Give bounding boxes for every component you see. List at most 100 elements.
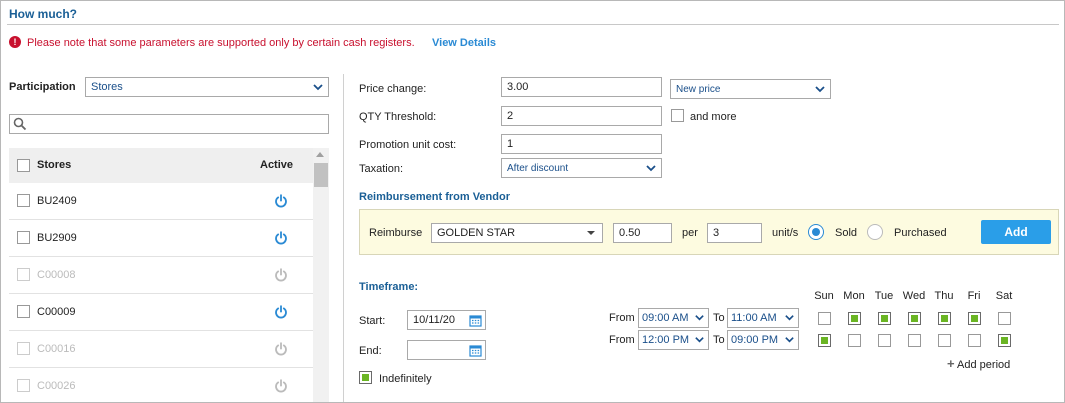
- chevron-down-icon: [815, 86, 825, 93]
- qty-threshold-input[interactable]: 2: [501, 106, 662, 126]
- to-time-select[interactable]: 09:00 PM: [727, 330, 799, 350]
- calendar-icon: [469, 315, 482, 327]
- power-icon[interactable]: [274, 231, 288, 245]
- day-checkbox[interactable]: [878, 312, 891, 325]
- scrollbar-thumb[interactable]: [314, 163, 328, 187]
- reimbursement-units-input[interactable]: 3: [707, 223, 762, 243]
- vendor-value: GOLDEN STAR: [437, 227, 516, 239]
- select-all-checkbox[interactable]: [17, 159, 30, 172]
- per-label: per: [682, 227, 698, 239]
- add-period-link[interactable]: + Add period: [947, 356, 1010, 371]
- sold-radio[interactable]: [808, 224, 824, 240]
- store-row-checkbox[interactable]: [17, 342, 30, 355]
- start-calendar-button[interactable]: [466, 310, 486, 330]
- store-list-header: Stores Active: [9, 148, 313, 183]
- vendor-select[interactable]: GOLDEN STAR: [431, 223, 603, 243]
- from-time-select[interactable]: 09:00 AM: [638, 308, 709, 328]
- participation-value: Stores: [91, 81, 123, 93]
- store-row-checkbox[interactable]: [17, 231, 30, 244]
- search-icon: [13, 117, 27, 131]
- warning-icon: !: [9, 36, 21, 48]
- day-checkbox[interactable]: [968, 334, 981, 347]
- day-checkbox[interactable]: [848, 312, 861, 325]
- column-divider: [343, 74, 344, 402]
- to-time-value: 11:00 AM: [731, 312, 777, 324]
- store-row[interactable]: BU2909: [9, 220, 313, 257]
- end-calendar-button[interactable]: [466, 340, 486, 360]
- chevron-down-icon: [784, 312, 795, 326]
- unit-cost-input[interactable]: 1: [501, 134, 662, 154]
- day-checkbox[interactable]: [818, 334, 831, 347]
- store-row[interactable]: C00009: [9, 294, 313, 331]
- power-icon[interactable]: [274, 305, 288, 319]
- store-row[interactable]: C00026: [9, 368, 313, 402]
- purchased-radio[interactable]: [867, 224, 883, 240]
- store-row[interactable]: C00008: [9, 257, 313, 294]
- reimbursement-amount-input[interactable]: 0.50: [613, 223, 672, 243]
- day-checkbox[interactable]: [818, 312, 831, 325]
- day-checkbox[interactable]: [998, 334, 1011, 347]
- and-more-label: and more: [690, 111, 737, 123]
- indefinitely-label: Indefinitely: [379, 373, 432, 385]
- store-row-label: BU2909: [37, 232, 77, 244]
- calendar-icon: [469, 345, 482, 357]
- promotion-panel: How much? ! Please note that some parame…: [0, 0, 1065, 403]
- chevron-down-icon: [784, 334, 795, 348]
- reimbursement-title: Reimbursement from Vendor: [359, 191, 510, 203]
- scroll-up-icon[interactable]: [316, 152, 324, 157]
- chevron-down-icon: [694, 334, 705, 348]
- day-checkbox[interactable]: [998, 312, 1011, 325]
- participation-select[interactable]: Stores: [85, 77, 329, 97]
- day-header: Sun: [814, 290, 834, 302]
- add-period-label: Add period: [957, 359, 1011, 371]
- from-label: From: [609, 312, 635, 324]
- start-date-input[interactable]: 10/11/20: [407, 310, 467, 330]
- day-header: Thu: [934, 290, 954, 302]
- day-header: Wed: [902, 290, 926, 302]
- from-time-select[interactable]: 12:00 PM: [638, 330, 709, 350]
- day-header: Sat: [995, 290, 1013, 302]
- day-header: Mon: [843, 290, 865, 302]
- store-search-input[interactable]: [9, 114, 329, 134]
- from-time-value: 09:00 AM: [642, 312, 689, 324]
- day-checkbox[interactable]: [938, 334, 951, 347]
- day-checkbox[interactable]: [908, 334, 921, 347]
- store-row-label: C00016: [37, 343, 76, 355]
- day-checkbox[interactable]: [938, 312, 951, 325]
- day-checkbox[interactable]: [908, 312, 921, 325]
- indefinitely-checkbox[interactable]: [359, 371, 372, 384]
- store-row-checkbox[interactable]: [17, 379, 30, 392]
- power-icon[interactable]: [274, 194, 288, 208]
- section-title: How much?: [9, 7, 77, 21]
- price-type-value: New price: [676, 84, 721, 95]
- active-column-header: Active: [260, 159, 294, 171]
- price-type-select[interactable]: New price: [670, 79, 831, 99]
- store-row-checkbox[interactable]: [17, 194, 30, 207]
- to-time-select[interactable]: 11:00 AM: [727, 308, 799, 328]
- price-change-input[interactable]: 3.00: [501, 77, 662, 97]
- add-reimbursement-button[interactable]: Add: [981, 220, 1051, 244]
- unit-cost-label: Promotion unit cost:: [359, 139, 457, 151]
- day-checkbox[interactable]: [878, 334, 891, 347]
- taxation-select[interactable]: After discount: [501, 158, 662, 178]
- from-label: From: [609, 334, 635, 346]
- day-checkbox[interactable]: [968, 312, 981, 325]
- end-date-input[interactable]: [407, 340, 467, 360]
- store-row[interactable]: BU2409: [9, 183, 313, 220]
- taxation-value: After discount: [507, 163, 569, 174]
- day-checkbox[interactable]: [848, 334, 861, 347]
- chevron-down-icon: [313, 84, 323, 91]
- power-icon: [274, 268, 288, 282]
- participation-label: Participation: [9, 81, 76, 93]
- store-row-label: BU2409: [37, 195, 77, 207]
- end-label: End:: [359, 345, 382, 357]
- store-row-label: C00008: [37, 269, 76, 281]
- and-more-checkbox[interactable]: [671, 109, 684, 122]
- view-details-link[interactable]: View Details: [432, 37, 496, 49]
- store-row[interactable]: C00016: [9, 331, 313, 368]
- store-row-checkbox[interactable]: [17, 268, 30, 281]
- start-label: Start:: [359, 315, 386, 327]
- warning-text: Please note that some parameters are sup…: [27, 37, 415, 49]
- store-row-checkbox[interactable]: [17, 305, 30, 318]
- units-label: unit/s: [772, 227, 799, 239]
